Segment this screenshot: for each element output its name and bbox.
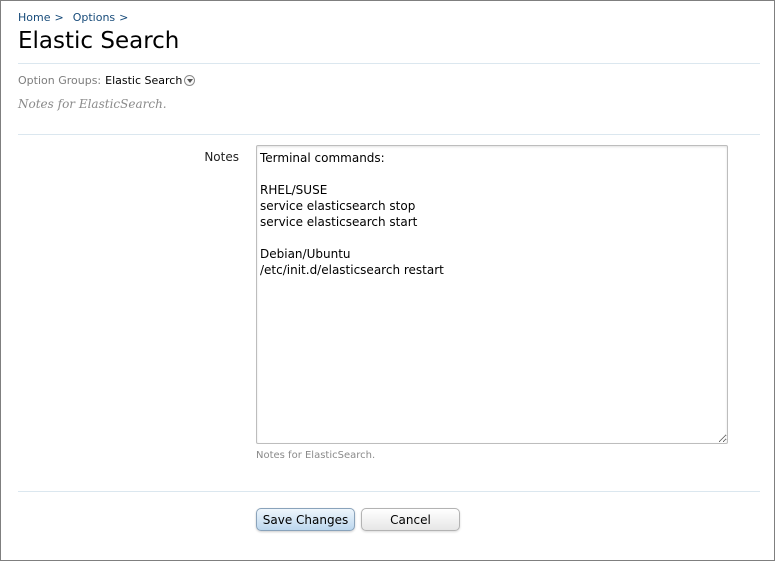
save-changes-button[interactable]: Save Changes [256,508,355,531]
breadcrumb-separator: > [119,11,129,24]
footer-divider [18,491,760,492]
chevron-down-icon[interactable] [184,75,196,86]
option-group-description: Notes for ElasticSearch. [18,97,167,111]
breadcrumb-home-link[interactable]: Home [18,11,50,24]
option-groups-label: Option Groups: [18,74,102,87]
notes-textarea[interactable] [256,145,728,444]
notes-label: Notes [204,150,239,164]
breadcrumb-separator: > [54,11,64,24]
option-groups-selector: Option Groups: Elastic Search [18,74,196,87]
options-page: Home > Options > Elastic Search Option Grou… [0,0,775,561]
notes-explain-text: Notes for ElasticSearch. [256,450,376,461]
option-groups-value[interactable]: Elastic Search [105,74,182,87]
page-title: Elastic Search [18,28,180,54]
section-divider [18,134,760,135]
breadcrumb-options-link[interactable]: Options [73,11,115,24]
header-divider [18,63,760,64]
cancel-button[interactable]: Cancel [361,508,460,531]
breadcrumb: Home > Options > [18,11,128,24]
